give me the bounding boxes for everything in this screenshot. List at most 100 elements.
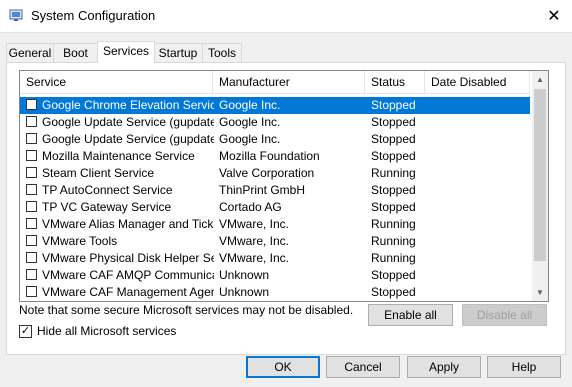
service-status: Stopped (371, 200, 416, 214)
tab-startup[interactable]: Startup (153, 43, 203, 62)
service-status: Stopped (371, 98, 416, 112)
service-checkbox[interactable] (26, 218, 37, 229)
hide-microsoft-services-label: Hide all Microsoft services (37, 324, 177, 338)
service-name: Google Chrome Elevation Service (42, 98, 214, 112)
service-checkbox[interactable] (26, 167, 37, 178)
service-checkbox[interactable] (26, 99, 37, 110)
list-header: Service Manufacturer Status Date Disable… (20, 71, 530, 94)
close-button[interactable]: ✕ (536, 0, 572, 32)
secure-services-note: Note that some secure Microsoft services… (19, 303, 354, 317)
service-status: Stopped (371, 183, 416, 197)
column-label: Service (26, 75, 67, 89)
tab-services[interactable]: Services (97, 41, 155, 63)
service-date-disabled (431, 284, 526, 301)
service-manufacturer: Mozilla Foundation (219, 149, 320, 163)
scroll-up-icon[interactable]: ▲ (532, 71, 548, 88)
service-checkbox[interactable] (26, 116, 37, 127)
service-date-disabled (431, 165, 526, 182)
service-name: TP VC Gateway Service (42, 200, 172, 214)
services-list[interactable]: Service Manufacturer Status Date Disable… (19, 70, 549, 302)
service-checkbox[interactable] (26, 133, 37, 144)
table-row[interactable]: Google Update Service (gupdatem) Google I… (20, 131, 530, 148)
close-icon: ✕ (547, 8, 561, 25)
service-name: VMware Tools (42, 234, 118, 248)
service-checkbox[interactable] (26, 150, 37, 161)
scroll-down-icon[interactable]: ▼ (532, 284, 548, 301)
service-date-disabled (431, 182, 526, 199)
service-checkbox[interactable] (26, 286, 37, 297)
vertical-scrollbar[interactable]: ▲ ▼ (532, 71, 548, 301)
service-name: Steam Client Service (42, 166, 155, 180)
table-row[interactable]: VMware Tools VMware, Inc. Running (20, 233, 530, 250)
help-button[interactable]: Help (487, 356, 561, 378)
window-title: System Configuration (31, 8, 156, 23)
service-status: Stopped (371, 285, 416, 299)
service-status: Stopped (371, 268, 416, 282)
service-status: Running (371, 234, 416, 248)
service-manufacturer: Cortado AG (219, 200, 282, 214)
service-manufacturer: Google Inc. (219, 132, 281, 146)
tab-general[interactable]: General (6, 43, 54, 62)
ok-button[interactable]: OK (246, 356, 320, 378)
service-name: VMware CAF AMQP Communicati... (42, 268, 214, 282)
service-date-disabled (431, 148, 526, 165)
service-status: Running (371, 217, 416, 231)
table-row[interactable]: VMware CAF Management Agen... Unknown Stop… (20, 284, 530, 301)
tab-label: Startup (158, 46, 198, 60)
service-checkbox[interactable] (26, 235, 37, 246)
service-name: VMware Physical Disk Helper Ser... (42, 251, 214, 265)
table-row[interactable]: Mozilla Maintenance Service Mozilla Found… (20, 148, 530, 165)
column-label: Status (371, 75, 406, 89)
service-manufacturer: Google Inc. (219, 98, 281, 112)
service-name: Google Update Service (gupdatem) (42, 132, 214, 146)
service-name: TP AutoConnect Service (42, 183, 173, 197)
hide-microsoft-services-checkbox[interactable]: ✓ (19, 325, 32, 338)
table-row[interactable]: Google Chrome Elevation Service Google In… (20, 97, 530, 114)
service-manufacturer: Google Inc. (219, 115, 281, 129)
table-row[interactable]: VMware Alias Manager and Ticke... VMware,… (20, 216, 530, 233)
column-header-status[interactable]: Status (365, 71, 425, 93)
service-checkbox[interactable] (26, 269, 37, 280)
apply-button[interactable]: Apply (407, 356, 481, 378)
service-name: Google Update Service (gupdate) (42, 115, 214, 129)
table-row[interactable]: TP AutoConnect Service ThinPrint GmbH Stop… (20, 182, 530, 199)
table-row[interactable]: VMware Physical Disk Helper Ser... VMware… (20, 250, 530, 267)
service-status: Running (371, 251, 416, 265)
disable-all-button[interactable]: Disable all (462, 304, 547, 326)
column-header-service[interactable]: Service (20, 71, 213, 93)
dialog-body: General Boot Services Startup Tools Serv… (0, 32, 572, 387)
service-manufacturer: VMware, Inc. (219, 251, 290, 265)
service-manufacturer: VMware, Inc. (219, 217, 290, 231)
service-name: VMware CAF Management Agen... (42, 285, 214, 299)
service-manufacturer: Unknown (219, 285, 270, 299)
table-row[interactable]: VMware CAF AMQP Communicati... Unknown Sto… (20, 267, 530, 284)
checkmark-icon: ✓ (20, 325, 31, 337)
services-panel: Service Manufacturer Status Date Disable… (6, 62, 566, 355)
tab-tools[interactable]: Tools (202, 43, 242, 62)
column-label: Manufacturer (219, 75, 290, 89)
tab-label: Boot (63, 46, 88, 60)
service-status: Stopped (371, 149, 416, 163)
service-manufacturer: VMware, Inc. (219, 234, 290, 248)
scroll-thumb[interactable] (534, 89, 546, 261)
table-row[interactable]: Steam Client Service Valve Corporation Run… (20, 165, 530, 182)
table-row[interactable]: TP VC Gateway Service Cortado AG Stopped (20, 199, 530, 216)
service-manufacturer: ThinPrint GmbH (219, 183, 306, 197)
service-date-disabled (431, 131, 526, 148)
tab-boot[interactable]: Boot (53, 43, 98, 62)
table-row[interactable]: Google Update Service (gupdate) Google In… (20, 114, 530, 131)
column-header-manufacturer[interactable]: Manufacturer (213, 71, 365, 93)
service-checkbox[interactable] (26, 252, 37, 263)
service-checkbox[interactable] (26, 184, 37, 195)
title-bar: System Configuration ✕ (0, 0, 572, 32)
service-status: Running (371, 166, 416, 180)
enable-all-button[interactable]: Enable all (368, 304, 453, 326)
system-configuration-icon (9, 9, 23, 21)
service-date-disabled (431, 233, 526, 250)
service-date-disabled (431, 267, 526, 284)
column-header-date-disabled[interactable]: Date Disabled (425, 71, 530, 93)
cancel-button[interactable]: Cancel (326, 356, 400, 378)
column-label: Date Disabled (431, 75, 507, 89)
service-status: Stopped (371, 132, 416, 146)
service-checkbox[interactable] (26, 201, 37, 212)
